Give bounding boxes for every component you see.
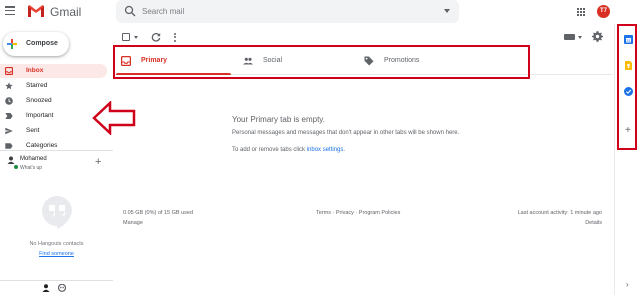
sidebar-item-inbox[interactable]: Inbox: [0, 64, 107, 78]
search-options-icon[interactable]: [444, 9, 450, 13]
search-icon[interactable]: [124, 5, 136, 17]
apps-grid-icon[interactable]: [577, 8, 585, 16]
inbox-icon: [5, 67, 13, 75]
hangouts-user-status: What's up: [20, 165, 43, 171]
compose-label: Compose: [26, 40, 58, 47]
inbox-settings-link[interactable]: inbox settings: [307, 147, 344, 153]
account-avatar[interactable]: T7: [597, 5, 610, 18]
details-link[interactable]: Details: [560, 220, 602, 226]
storage-usage: 0.05 GB (0%) of 15 GB used: [123, 210, 194, 216]
hangouts-quote-icon: [42, 196, 72, 229]
sidebar-item-label: Important: [26, 112, 54, 119]
label-icon: [5, 143, 13, 149]
search-bar[interactable]: [116, 0, 459, 23]
menu-icon[interactable]: [5, 6, 15, 16]
sidebar-item-label: Inbox: [26, 67, 44, 74]
new-conversation-icon[interactable]: +: [95, 157, 101, 168]
sidebar-item-label: Sent: [26, 127, 40, 134]
hangouts-user-name[interactable]: Mohamed: [20, 156, 47, 162]
no-contacts-text: No Hangouts contacts: [29, 241, 84, 247]
hint-text: To add or remove tabs click: [232, 147, 307, 153]
plus-icon: [7, 39, 17, 49]
gmail-logo-icon[interactable]: [27, 4, 45, 18]
sidebar-item-snoozed[interactable]: Snoozed: [0, 94, 107, 108]
more-vert-icon[interactable]: [174, 33, 177, 42]
chevron-right-icon[interactable]: ›: [626, 280, 629, 289]
empty-state-title: Your Primary tab is empty.: [232, 115, 325, 124]
sidebar-item-sent[interactable]: Sent: [0, 124, 107, 138]
last-activity-text: Last account activity: 1 minute ago: [517, 210, 602, 216]
annotation-arrow: [92, 101, 136, 135]
manage-storage-link[interactable]: Manage: [123, 220, 143, 226]
sidebar-item-starred[interactable]: Starred: [0, 79, 107, 93]
compose-button[interactable]: Compose: [3, 32, 69, 56]
select-options-icon[interactable]: [134, 36, 138, 39]
empty-state-description: Personal messages and messages that don'…: [232, 130, 460, 136]
divider: [614, 24, 615, 295]
divider: [0, 150, 113, 151]
star-icon: [5, 82, 13, 90]
person-icon[interactable]: [42, 284, 50, 292]
sidebar-item-important[interactable]: Important: [0, 109, 107, 123]
sidebar-item-label: Snoozed: [26, 97, 52, 104]
find-someone-link[interactable]: Find someone: [0, 251, 113, 257]
terms-links[interactable]: Terms · Privacy · Program Policies: [316, 210, 400, 216]
online-status-icon: [14, 165, 18, 169]
input-tools-caret-icon[interactable]: [578, 36, 582, 39]
user-avatar-icon[interactable]: [7, 156, 15, 164]
gear-icon[interactable]: [592, 31, 603, 42]
logo-text[interactable]: Gmail: [50, 5, 81, 19]
search-input[interactable]: [142, 3, 432, 20]
empty-state-hint: To add or remove tabs click inbox settin…: [232, 147, 345, 153]
top-header: Gmail T7: [0, 0, 640, 24]
select-all-checkbox[interactable]: [122, 33, 130, 41]
refresh-icon[interactable]: [151, 32, 161, 42]
annotation-highlight-box: [113, 45, 530, 79]
hint-text-end: .: [343, 147, 346, 153]
sidebar-item-label: Starred: [26, 82, 48, 89]
annotation-highlight-box: [617, 24, 637, 150]
gmail-app: Gmail T7 Compose In: [0, 0, 640, 295]
keyboard-icon[interactable]: [564, 34, 575, 40]
divider: [0, 280, 113, 281]
sidebar-item-label: Categories: [26, 142, 58, 149]
label-important-icon: [5, 113, 13, 119]
send-icon: [5, 127, 13, 135]
clock-icon: [5, 97, 13, 105]
chat-bubble-icon[interactable]: [58, 284, 66, 292]
